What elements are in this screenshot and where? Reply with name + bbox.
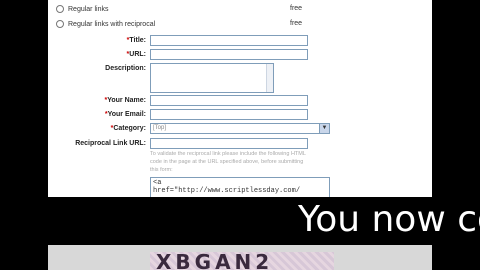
category-value: [Top] [153,125,167,131]
price-label: free [290,5,303,12]
link-type-label: Regular links [68,5,109,13]
video-caption-bar: You now co [0,197,480,245]
description-label: Description: [105,65,146,72]
url-label-text: URL: [129,51,146,58]
reciprocal-url-input[interactable] [150,138,308,149]
title-label: *Title: [48,37,146,44]
video-caption: You now co [298,199,480,240]
category-select[interactable]: [Top] ▼ [150,123,330,134]
captcha-text: XBGAN2 [156,252,274,270]
title-label-text: Title: [129,37,146,44]
reciprocal-code-textarea[interactable]: <a href="http://www.scriptlessday.com/ [150,177,330,199]
name-label-text: Your Name: [107,97,146,104]
scrollbar[interactable] [266,64,273,92]
category-label: *Category: [48,125,146,132]
title-input[interactable] [150,35,308,46]
name-label: *Your Name: [48,97,146,104]
email-input[interactable] [150,109,308,120]
reciprocal-help-text: To validate the reciprocal link please i… [150,151,306,173]
radio-button[interactable] [56,20,64,28]
name-input[interactable] [150,95,308,106]
description-textarea[interactable] [150,63,274,93]
link-type-label: Regular links with reciprocal [68,20,156,28]
link-type-reciprocal[interactable]: Regular links with reciprocal [56,18,155,30]
price-label: free [290,20,303,27]
reciprocal-url-label: Reciprocal Link URL: [75,140,146,147]
url-input[interactable] [150,49,308,60]
email-label: *Your Email: [48,111,146,118]
category-label-text: Category: [113,125,146,132]
captcha-image: XBGAN2 [150,252,334,270]
email-label-text: Your Email: [107,111,146,118]
radio-button[interactable] [56,5,64,13]
chevron-down-icon[interactable]: ▼ [319,124,329,133]
link-type-regular[interactable]: Regular links [56,3,108,15]
url-label: *URL: [48,51,146,58]
